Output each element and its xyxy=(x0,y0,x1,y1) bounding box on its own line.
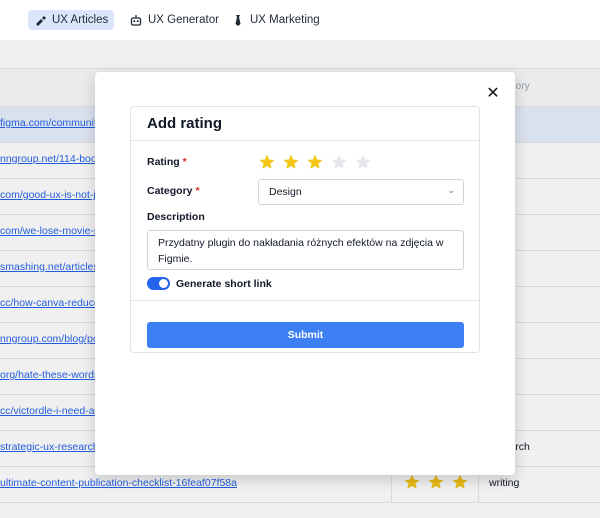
nav-tab-label: UX Generator xyxy=(148,14,219,26)
category-select[interactable]: Design ⌄ xyxy=(258,179,464,205)
rating-label-text: Rating xyxy=(147,156,180,168)
modal-title: Add rating xyxy=(147,115,222,132)
required-mark: * xyxy=(182,156,187,168)
category-selected-value: Design xyxy=(269,186,302,198)
star-filled-icon[interactable] xyxy=(306,153,324,176)
tie-icon xyxy=(235,15,241,26)
short-link-toggle[interactable] xyxy=(147,277,170,290)
star-filled-icon[interactable] xyxy=(258,153,276,176)
add-rating-modal: ✕ Add rating Rating * Category * Design … xyxy=(95,72,515,475)
rating-label: Rating * xyxy=(147,156,187,168)
nav-tab-ux-articles[interactable]: UX Articles xyxy=(28,10,115,30)
star-filled-icon[interactable] xyxy=(282,153,300,176)
nav-tab-label: UX Articles xyxy=(52,14,109,26)
nav-tab-ux-generator[interactable]: UX Generator xyxy=(124,10,225,30)
category-label-text: Category xyxy=(147,185,193,197)
toggle-knob xyxy=(159,279,168,288)
submit-button[interactable]: Submit xyxy=(147,322,464,348)
divider xyxy=(131,300,479,301)
close-icon[interactable]: ✕ xyxy=(485,86,501,102)
description-label: Description xyxy=(147,211,205,223)
description-textarea[interactable]: Przydatny plugin do nakładania różnych e… xyxy=(147,230,464,270)
top-nav: UX Articles UX Generator UX Marketing xyxy=(0,0,600,40)
nav-tab-label: UX Marketing xyxy=(250,14,320,26)
nav-tab-ux-marketing[interactable]: UX Marketing xyxy=(226,10,326,30)
star-empty-icon[interactable] xyxy=(330,153,348,176)
rating-stars[interactable] xyxy=(258,153,372,176)
short-link-toggle-label: Generate short link xyxy=(176,278,272,290)
robot-icon xyxy=(130,15,142,26)
add-rating-form: Add rating Rating * Category * Design ⌄ … xyxy=(130,106,480,353)
star-empty-icon[interactable] xyxy=(354,153,372,176)
required-mark: * xyxy=(195,185,200,197)
category-label: Category * xyxy=(147,185,200,197)
brush-icon xyxy=(36,16,46,26)
chevron-down-icon: ⌄ xyxy=(447,185,455,195)
divider xyxy=(131,140,479,141)
